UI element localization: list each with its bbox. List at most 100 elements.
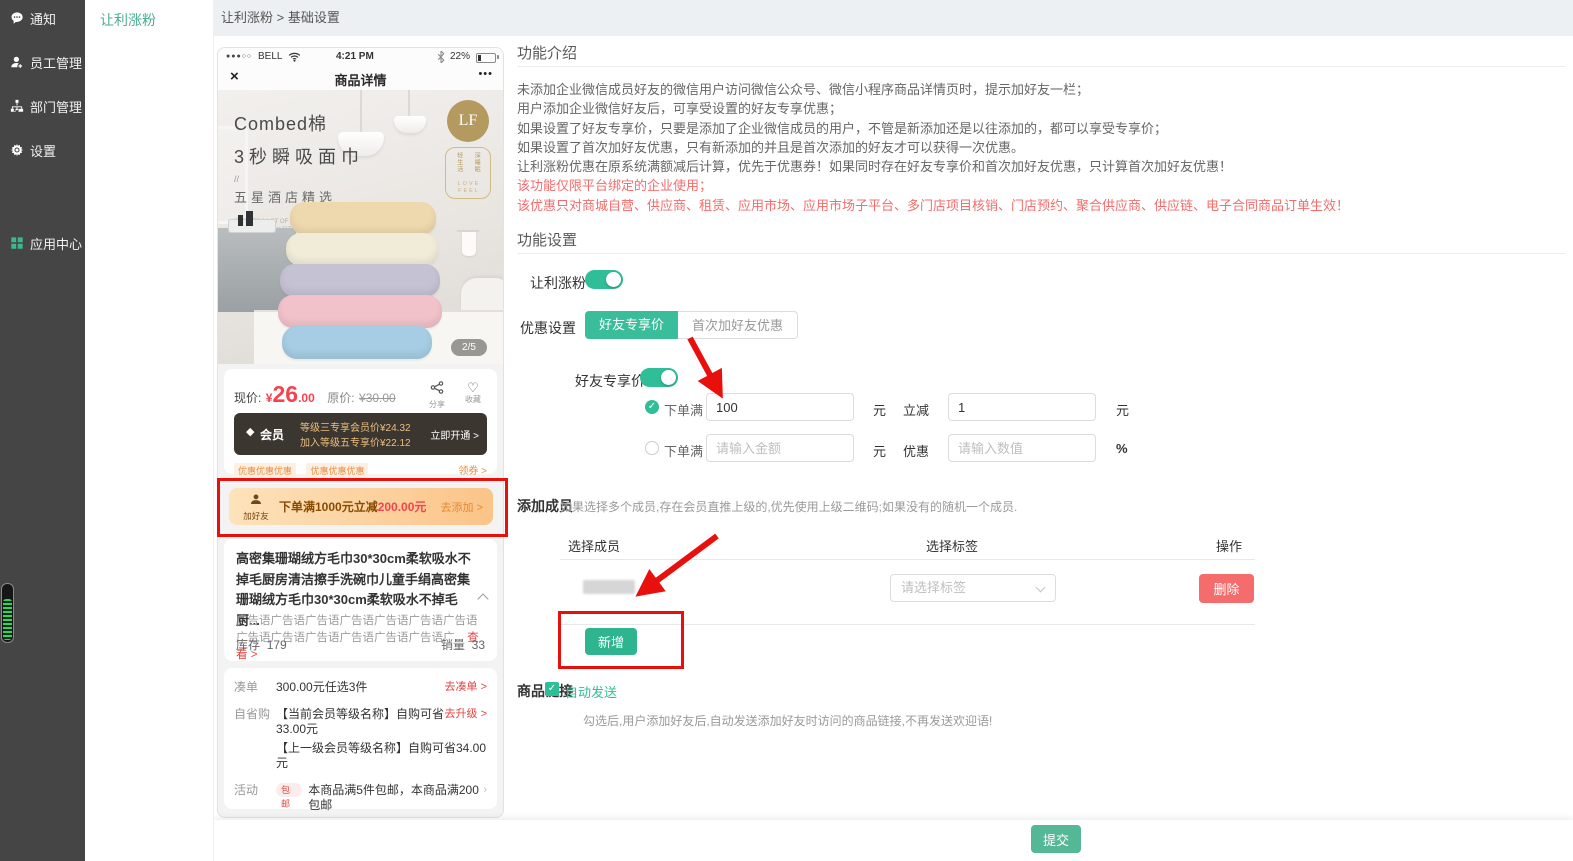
battery-nub-icon [497,55,499,59]
orig-price-label: 原价: [327,391,354,405]
sales-info: 销量 33 [441,636,485,653]
column-header-tag: 选择标签 [926,536,978,555]
sidebar-item-label: 应用中心 [30,234,82,253]
orig-price-value: ¥30.00 [359,391,396,405]
enable-label: 让利涨粉 [530,273,586,293]
org-chart-icon [10,99,24,113]
delete-button[interactable]: 删除 [1199,574,1254,603]
footer-bar: 提交 [213,820,1573,861]
brand-sub1: 轻生活 [455,152,464,173]
towel-pink [278,295,442,328]
price-decimals: .00 [298,391,315,405]
signal-dots-icon: ●●●○○ [226,53,252,60]
member-benefit-line2: 加入等级五专享价¥22.12 [300,434,411,449]
percent-amount-input[interactable] [706,434,854,462]
edge-progress-widget [1,583,14,643]
bluetooth-icon [437,51,445,63]
favorite-action: ♡ 收藏 [465,381,481,405]
price-now-label: 现价: [234,391,261,405]
order-over-radio-checked[interactable]: ✓ [645,400,659,414]
main-panel: 让利涨粉 > 基础设置 ●●●○○ BELL 4:21 PM 22% × 商品详… [213,0,1573,861]
towel-ivory [286,233,438,266]
column-header-member: 选择成员 [568,536,620,555]
self-buy-row: 自省购 【当前会员等级名称】自购可省33.00元 去升级 > [234,707,487,737]
towel-stack [278,202,448,357]
member-name-redacted [583,580,635,594]
chat-bubble-icon [10,11,24,25]
add-friend-bar: 加好友 下单满1000元立减200.00元 去添加 > [229,488,493,525]
brand-logo: LF [447,100,489,142]
towel-lavender [280,264,440,297]
add-button[interactable]: 新增 [585,628,637,655]
phone-status-bar: ●●●○○ BELL 4:21 PM 22% [218,48,503,66]
tab-friend-price[interactable]: 好友专享价 [585,311,678,339]
add-member-note: 如果选择多个成员,存在会员直推上级的,优先使用上级二维码;如果没有的随机一个成员… [560,498,1017,515]
row-text: 【上一级会员等级名称】自购可省34.00元 [276,741,487,771]
discount-label: 优惠设置 [520,318,576,338]
sidebar-item-settings[interactable]: 设置 [10,138,56,162]
intro-line: 如果设置了首次加好友优惠，只有新添加的并且是首次添加的好友才可以获得一次优惠。 [517,138,1349,157]
diamond-icon: ◆ [246,425,254,438]
member-benefit-line1: 等级三专享会员价¥24.32 [300,419,411,434]
friend-price-label: 好友专享价 [575,371,645,391]
warn-line: 该优惠只对商城自营、供应商、租赁、应用市场、应用市场子平台、多门店项目核销、门店… [517,196,1349,215]
heart-icon: ♡ [465,381,481,394]
discount-word-label: 优惠 [903,441,929,460]
activity-row: 活动 包邮 本商品满5件包邮，本商品满200包邮 › [234,783,487,813]
row-text: 本商品满5件包邮，本商品满200包邮 [308,783,483,813]
more-icon: ••• [478,68,493,80]
section-title-intro: 功能介绍 [517,42,577,63]
tab-first-add-discount[interactable]: 首次加好友优惠 [678,311,798,339]
image-page-badge: 2/5 [451,339,487,356]
share-action: 分享 [429,381,445,410]
sidebar-item-rangli-zhangfen[interactable]: 让利涨粉 [100,6,156,34]
sidebar-item-app-center[interactable]: 应用中心 [10,231,82,255]
reduce-amount-input[interactable] [948,393,1096,421]
auto-send-checkbox[interactable]: ✓ [545,682,559,696]
phone-nav-bar: × 商品详情 ••• [218,66,503,91]
tag-select-placeholder: 请选择标签 [901,575,966,601]
enable-toggle[interactable] [585,270,623,289]
row-text: 300.00元任选3件 [276,680,367,695]
stock-label: 库存 [236,638,260,652]
sidebar-item-employees[interactable]: 员工管理 [10,50,82,74]
add-friend-offer-text: 下单满1000元立减200.00元 [279,498,426,515]
sidebar-item-departments[interactable]: 部门管理 [10,94,82,118]
sidebar-item-label: 设置 [30,141,56,160]
discount-tabs: 好友专享价 首次加好友优惠 [585,311,798,339]
bottle-shape [246,211,253,226]
percent-value-input[interactable] [948,434,1096,462]
sub-sidebar: 让利涨粉 [85,0,214,861]
member-label: 会员 [260,426,284,443]
add-friend-person-icon [250,494,262,505]
product-info-card: 高密集珊瑚绒方毛巾30*30cm柔软吸水不掉毛厨房清洁擦手洗碗巾儿童手绢高密集珊… [224,539,497,661]
order-amount-input[interactable] [706,393,854,421]
go-add-action: 去添加 > [441,499,483,515]
phone-page-title: 商品详情 [218,70,503,89]
product-hero-image: Combed棉 3秒瞬吸面巾 // 五星酒店精选 IT TAKES A LOT … [218,90,503,364]
share-label: 分享 [429,399,445,410]
intro-line: 让利涨粉优惠在原系统满额减后计算，优先于优惠券！如果同时存在好友专享价和首次加好… [517,157,1349,176]
list-row: 凑单 300.00元任选3件 去凑单 > [234,680,487,695]
unit-yuan-label: 元 [873,400,886,419]
activity-card: 凑单 300.00元任选3件 去凑单 > 自省购 【当前会员等级名称】自购可省3… [224,668,497,809]
stock-info: 库存 179 [236,636,287,653]
price-amount: 26 [272,381,298,407]
submit-button[interactable]: 提交 [1031,825,1081,853]
intro-line: 用户添加企业微信好友后，可享受设置的好友专享优惠； [517,99,1349,118]
member-open-action: 立即开通 > [430,427,479,442]
wifi-icon [288,52,301,62]
tag-select[interactable]: 请选择标签 [890,574,1056,602]
battery-percent-label: 22% [450,51,470,62]
intro-line: 如果设置了好友专享价，只要是添加了企业微信成员的用户，不管是新添加还是以往添加的… [517,119,1349,138]
person-icon [10,55,24,69]
order-over-radio-unchecked[interactable] [645,441,659,455]
sales-label: 销量 [441,638,465,652]
sidebar-item-notifications[interactable]: 通知 [10,6,56,30]
sidebar-item-label: 员工管理 [30,53,82,72]
price-row: 现价: ¥26.00 原价: ¥30.00 分享 ♡ 收藏 [234,381,487,409]
row-label: 活动 [234,783,276,798]
coupon-row: 优惠优惠优惠 优惠优惠优惠 领券 > [234,461,487,475]
breadcrumb[interactable]: 让利涨粉 > 基础设置 [221,0,340,36]
friend-price-toggle[interactable] [640,368,678,387]
